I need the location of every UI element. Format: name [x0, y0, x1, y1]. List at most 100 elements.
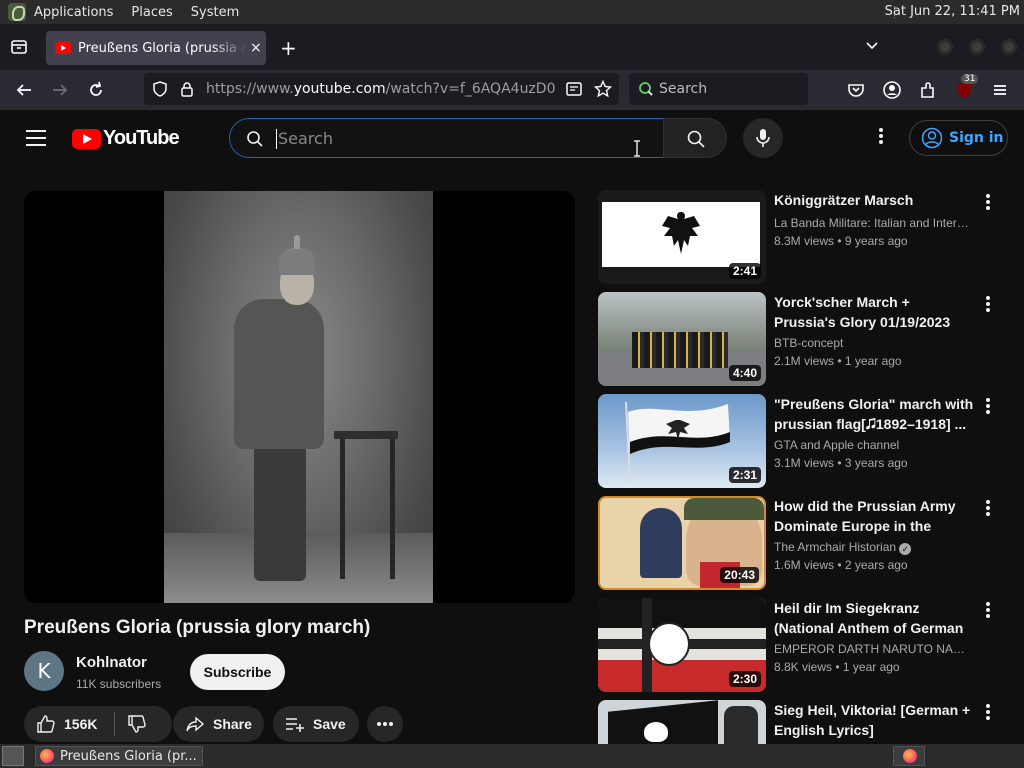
- minimize-button[interactable]: [937, 39, 953, 55]
- youtube-search-input[interactable]: Search: [229, 118, 664, 158]
- kebab-menu-icon[interactable]: [980, 192, 996, 212]
- reload-icon[interactable]: [86, 80, 106, 100]
- youtube-page: YouTube Search Sign in Preußens Gloria (…: [0, 110, 1024, 744]
- extensions-icon[interactable]: [918, 80, 938, 100]
- like-count[interactable]: 156K: [64, 716, 97, 732]
- forward-arrow-icon[interactable]: [50, 80, 70, 100]
- recommendation-title[interactable]: Königgrätzer Marsch: [774, 190, 974, 210]
- recommendation-channel[interactable]: BTB-concept: [774, 336, 974, 350]
- youtube-search-placeholder: Search: [278, 129, 333, 148]
- recommendation-title[interactable]: Heil dir Im Siegekranz (National Anthem …: [774, 598, 974, 638]
- video-duration: 2:41: [728, 263, 761, 279]
- bottom-panel: Preußens Gloria (pr...: [0, 744, 1024, 768]
- channel-name[interactable]: Kohlnator: [76, 654, 147, 671]
- show-desktop-button[interactable]: [2, 746, 24, 766]
- browser-tab-bar: Preußens Gloria (prussia glory march) × …: [0, 24, 1024, 70]
- like-divider: [114, 712, 116, 736]
- more-actions-button[interactable]: [367, 706, 403, 742]
- chevron-down-icon[interactable]: [864, 38, 880, 54]
- recommendation-title[interactable]: "Preußens Gloria" march with prussian fl…: [774, 394, 974, 434]
- share-label: Share: [213, 716, 252, 732]
- kebab-menu-icon[interactable]: [980, 498, 996, 518]
- video-thumbnail[interactable]: 4:40: [598, 292, 766, 386]
- tab-youtube[interactable]: Preußens Gloria (prussia glory march) ×: [46, 31, 266, 65]
- sign-in-button[interactable]: Sign in: [909, 120, 1008, 156]
- recommendation-item[interactable]: 2:30 Heil dir Im Siegekranz (National An…: [598, 598, 1018, 694]
- video-thumbnail[interactable]: [598, 700, 766, 744]
- top-panel: Applications Places System Sat Jun 22, 1…: [0, 0, 1024, 24]
- reader-view-icon[interactable]: [566, 81, 582, 97]
- recommendation-channel[interactable]: EMPEROR DARTH NARUTO NAMIKAZE: [774, 642, 974, 656]
- voice-search-button[interactable]: [743, 118, 783, 158]
- guide-menu-icon[interactable]: [26, 130, 46, 146]
- video-player[interactable]: [24, 191, 575, 603]
- video-thumbnail[interactable]: 2:31: [598, 394, 766, 488]
- clock[interactable]: Sat Jun 22, 11:41 PM: [885, 4, 1020, 19]
- firefox-icon: [903, 749, 917, 763]
- distro-logo-icon[interactable]: [8, 3, 26, 21]
- browser-search-bar[interactable]: Search: [629, 73, 808, 105]
- sign-in-label: Sign in: [949, 130, 1004, 146]
- recommendation-meta: 1.6M views • 2 years ago: [774, 558, 908, 572]
- video-thumbnail[interactable]: 20:43: [598, 496, 766, 590]
- save-button[interactable]: Save: [273, 706, 359, 742]
- maximize-button[interactable]: [969, 39, 985, 55]
- like-dislike-group: 156K: [24, 706, 172, 742]
- channel-avatar[interactable]: K: [24, 651, 64, 691]
- video-thumbnail[interactable]: 2:41: [598, 190, 766, 284]
- account-circle-icon: [921, 127, 943, 149]
- recommendation-item[interactable]: 2:31 "Preußens Gloria" march with prussi…: [598, 394, 1018, 490]
- video-thumbnail[interactable]: 2:30: [598, 598, 766, 692]
- new-tab-button[interactable]: +: [280, 36, 297, 60]
- close-window-button[interactable]: [1001, 39, 1017, 55]
- bookmark-star-icon[interactable]: [594, 80, 612, 98]
- url-bar[interactable]: https://www.youtube.com/watch?v=f_6AQA4u…: [144, 73, 619, 105]
- account-icon[interactable]: [882, 80, 902, 100]
- shield-icon[interactable]: [152, 81, 168, 97]
- recommendation-channel[interactable]: La Banda Militare: Italian and Internati…: [774, 216, 974, 230]
- ublock-count-badge: 31: [961, 74, 979, 84]
- subscribe-button[interactable]: Subscribe: [190, 654, 285, 690]
- system-menu[interactable]: System: [191, 5, 239, 20]
- thumbs-down-icon[interactable]: [127, 714, 147, 734]
- waving-flag-thumbnail: [625, 401, 730, 482]
- lock-icon[interactable]: [179, 81, 195, 97]
- video-frame-soldier-photo: [164, 191, 433, 603]
- kebab-menu-icon[interactable]: [980, 396, 996, 416]
- tab-list-icon[interactable]: [9, 37, 29, 57]
- places-menu[interactable]: Places: [131, 5, 172, 20]
- kebab-menu-icon[interactable]: [980, 702, 996, 722]
- recommendation-item[interactable]: Sieg Heil, Viktoria! [German + English L…: [598, 700, 1018, 744]
- recommendation-channel[interactable]: The Armchair Historian ✓: [774, 540, 912, 555]
- recommendation-item[interactable]: 2:41 Königgrätzer Marsch La Banda Milita…: [598, 190, 1018, 286]
- eagle-icon: [662, 212, 700, 254]
- prussian-flag-thumbnail: [602, 202, 760, 267]
- kebab-menu-icon[interactable]: [980, 600, 996, 620]
- recommendation-title[interactable]: Yorck'scher March + Prussia's Glory 01/1…: [774, 292, 974, 332]
- tab-close-button[interactable]: ×: [250, 40, 262, 56]
- tray-firefox-button[interactable]: [893, 746, 925, 766]
- back-arrow-icon[interactable]: [14, 80, 34, 100]
- share-button[interactable]: Share: [173, 706, 264, 742]
- pocket-icon[interactable]: [846, 80, 866, 100]
- taskbar-window-button[interactable]: Preußens Gloria (pr...: [35, 746, 203, 766]
- recommendation-item[interactable]: 20:43 How did the Prussian Army Dominate…: [598, 496, 1018, 592]
- more-horizontal-icon: [377, 722, 393, 726]
- recommendation-title[interactable]: Sieg Heil, Viktoria! [German + English L…: [774, 700, 974, 740]
- settings-kebab-icon[interactable]: [866, 126, 896, 150]
- hamburger-menu-icon[interactable]: [990, 80, 1010, 100]
- youtube-logo[interactable]: YouTube: [72, 127, 180, 150]
- recommendation-title[interactable]: How did the Prussian Army Dominate Europ…: [774, 496, 974, 536]
- empire-flag-thumbnail: [598, 598, 766, 628]
- thumbs-up-icon[interactable]: [36, 714, 56, 734]
- youtube-search-button[interactable]: [663, 118, 727, 158]
- youtube-favicon-icon: [55, 42, 71, 54]
- recommendation-item[interactable]: 4:40 Yorck'scher March + Prussia's Glory…: [598, 292, 1018, 388]
- video-duration: 2:31: [728, 467, 761, 483]
- kebab-menu-icon[interactable]: [980, 294, 996, 314]
- subscriber-count: 11K subscribers: [76, 677, 162, 691]
- youtube-wordmark: YouTube: [103, 127, 180, 149]
- recommendation-channel[interactable]: GTA and Apple channel: [774, 438, 974, 452]
- applications-menu[interactable]: Applications: [34, 5, 113, 20]
- url-text[interactable]: https://www.youtube.com/watch?v=f_6AQA4u…: [206, 81, 555, 97]
